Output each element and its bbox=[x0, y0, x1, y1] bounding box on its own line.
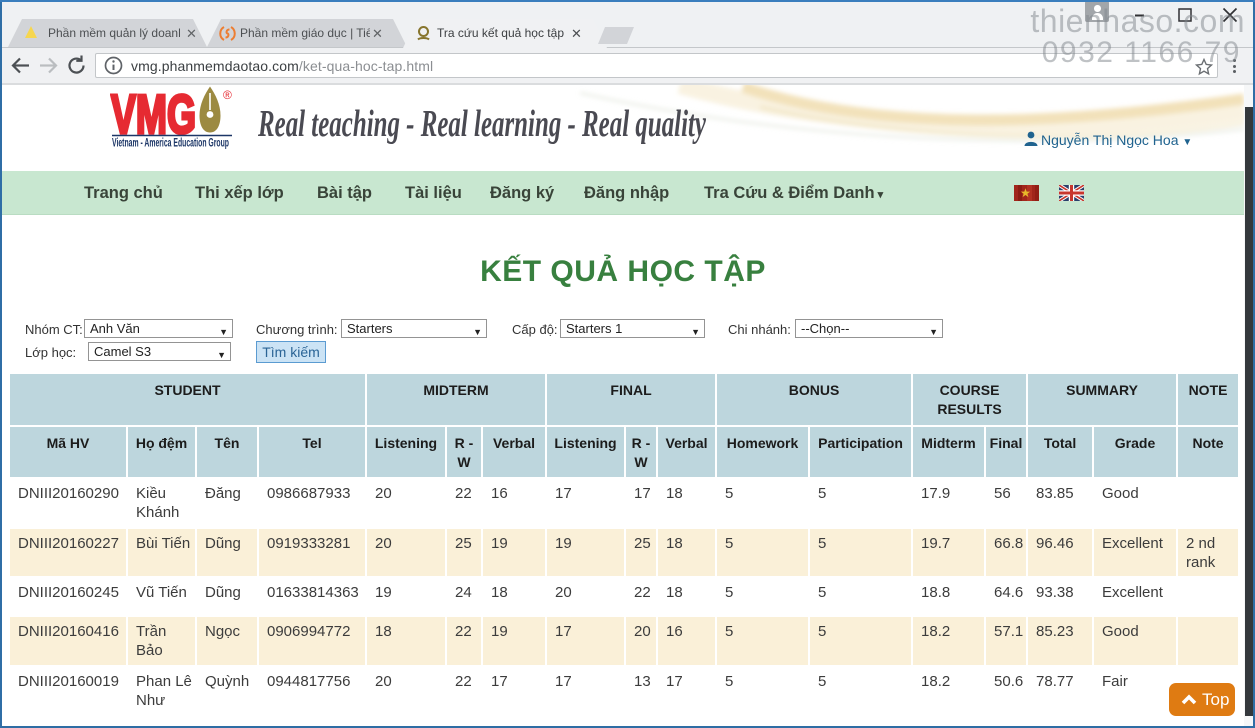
svg-text:Vietnam - America Education Gr: Vietnam - America Education Group bbox=[112, 138, 229, 150]
svg-text:Real teaching - Real learning: Real teaching - Real learning - Real qua… bbox=[258, 103, 706, 145]
svg-text:®: ® bbox=[223, 88, 232, 102]
